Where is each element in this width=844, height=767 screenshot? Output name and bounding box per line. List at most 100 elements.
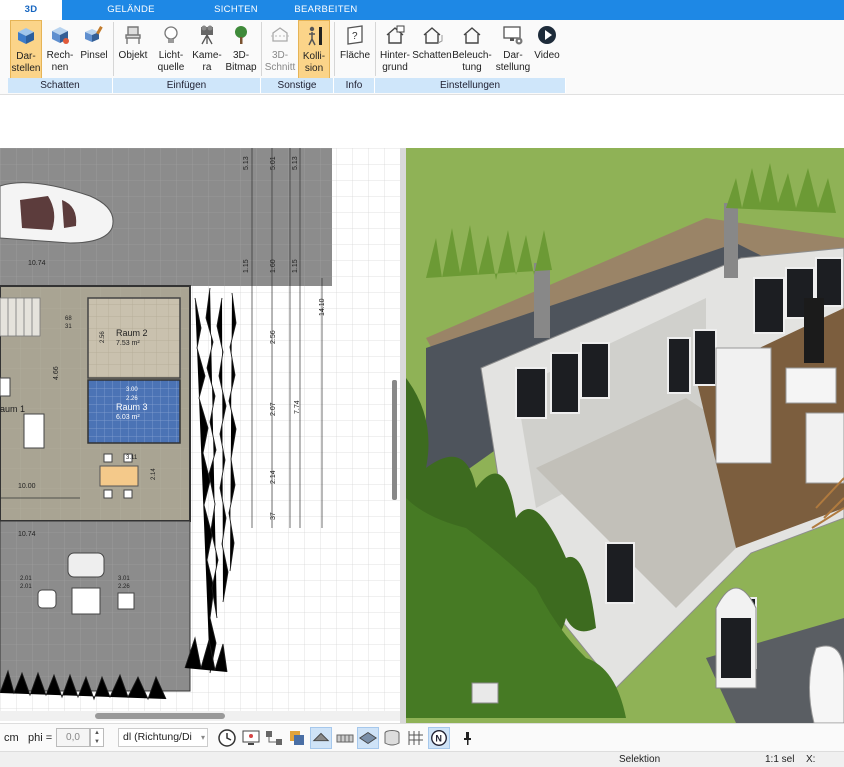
darstellung-button[interactable]: Dar- stellung: [494, 20, 532, 80]
floor-plane-icon[interactable]: [357, 727, 379, 749]
tab-3d[interactable]: 3D: [0, 0, 62, 20]
room-2-area: 7.53 m²: [116, 340, 140, 347]
dim-v-256: 2.56: [270, 330, 277, 344]
lichtquelle-button[interactable]: Licht- quelle: [154, 20, 188, 80]
kollision-label-1: Kolli-: [302, 51, 326, 62]
chevron-down-icon: ▾: [200, 733, 205, 742]
phi-input[interactable]: [56, 728, 90, 747]
dim-214: 2.14: [151, 468, 157, 480]
room-2-name: Raum 2: [116, 328, 148, 338]
bitmap-button[interactable]: 3D- Bitmap: [224, 20, 258, 80]
group-label-einstellungen: Einstellungen: [375, 78, 566, 93]
clock-icon[interactable]: [216, 727, 238, 749]
play-circle-icon: [538, 26, 556, 44]
dim-v-774: 7.74: [294, 400, 301, 414]
direction-select[interactable]: dl (Richtung/Di ▾: [118, 728, 208, 747]
ribbon: Dar- stellen Rech- nen Pinsel Objekt Lic…: [0, 20, 844, 95]
room-3-area: 6.03 m²: [116, 414, 140, 421]
bitmap-label-2: Bitmap: [225, 62, 257, 73]
beleuchtung-label-1: Beleuch-: [452, 50, 492, 61]
dim-v-207: 2.07: [270, 402, 277, 416]
group-separator: [113, 22, 114, 76]
ribbon-tab-bar: 3D GELÄNDE SICHTEN BEARBEITEN: [0, 0, 844, 20]
house-shadow-icon: [423, 27, 443, 44]
status-mode: Selektion: [619, 754, 661, 765]
tab-bearbeiten[interactable]: BEARBEITEN: [288, 0, 364, 20]
lightbulb-icon: [164, 26, 178, 43]
screen-person-icon[interactable]: [240, 727, 262, 749]
rechnen-label-2: nen: [51, 62, 69, 73]
rechnen-button[interactable]: Rech- nen: [44, 20, 76, 80]
kamera-button[interactable]: Kame- ra: [190, 20, 224, 80]
group-label-schatten: Schatten: [8, 78, 113, 93]
darstellen-label-1: Dar-: [16, 51, 36, 62]
dim-301: 3.01: [118, 576, 130, 582]
pin-icon[interactable]: [456, 727, 478, 749]
dim-466: 4.66: [53, 366, 60, 380]
chair-icon: [125, 26, 141, 44]
floor-plan-drawing: 10.74 Raum 2 7.53 m² 2.56 Raum 3 6.03 m²…: [0, 148, 400, 711]
dim-v-501: 5.01: [270, 156, 277, 170]
dim-1074-bottom: 10.74: [18, 531, 36, 538]
tab-sichten[interactable]: SICHTEN: [203, 0, 269, 20]
darstellung-label-2: stellung: [495, 62, 531, 73]
svg-text:?: ?: [352, 31, 358, 42]
monitor-gear-icon: [503, 26, 523, 45]
dim-v-115-b: 1.15: [292, 259, 299, 273]
video-button[interactable]: Video: [532, 20, 562, 80]
network-icon[interactable]: [263, 727, 285, 749]
grid-icon[interactable]: [405, 727, 427, 749]
kamera-label-2: ra: [202, 62, 212, 73]
section-icon: [271, 27, 289, 42]
schatten-label-1: Schatten: [412, 50, 452, 61]
schnitt-button[interactable]: 3D- Schnitt: [263, 20, 297, 80]
dim-v-160: 1.60: [270, 259, 277, 273]
dim-v-1410: 14.10: [319, 298, 326, 316]
3d-view[interactable]: [406, 148, 844, 723]
kollision-label-2: sion: [304, 63, 324, 74]
camera-tripod-icon: [201, 25, 213, 45]
group-separator: [375, 22, 376, 76]
floor-plan-view[interactable]: 10.74 Raum 2 7.53 m² 2.56 Raum 3 6.03 m²…: [0, 148, 400, 711]
dim-31: 31: [65, 324, 72, 330]
group-separator: [261, 22, 262, 76]
direction-select-value: dl (Richtung/Di: [123, 731, 192, 743]
plan-horizontal-scrollbar[interactable]: [95, 713, 225, 719]
darstellen-button[interactable]: Dar- stellen: [10, 20, 42, 80]
layers-stack-icon[interactable]: [286, 727, 308, 749]
room-1-name: aum 1: [0, 404, 25, 414]
status-bar: Selektion 1:1 sel X:: [0, 751, 844, 767]
flaeche-label-1: Fläche: [339, 50, 370, 61]
kollision-button[interactable]: Kolli- sion: [298, 20, 330, 80]
dim-201-a: 2.01: [20, 576, 32, 582]
plan-vertical-scrollbar[interactable]: [392, 380, 397, 500]
group-separator: [334, 22, 335, 76]
tree-icon: [235, 26, 247, 44]
cube-compute-icon: [52, 27, 69, 44]
unit-label: cm: [4, 732, 19, 744]
area-question-icon: ?: [347, 25, 363, 45]
room-3-name: Raum 3: [116, 402, 148, 412]
beleuchtung-button[interactable]: Beleuch- tung: [452, 20, 492, 80]
status-x-label: X:: [806, 754, 816, 765]
objekt-button[interactable]: Objekt: [116, 20, 150, 80]
house-background-icon: [386, 25, 405, 44]
dim-v-214: 2.14: [270, 470, 277, 484]
pinsel-button[interactable]: Pinsel: [78, 20, 110, 80]
roof-icon[interactable]: [310, 727, 332, 749]
schatten-button[interactable]: Schatten: [412, 20, 452, 80]
stairs-symbol: [0, 297, 41, 337]
north-icon[interactable]: N: [428, 727, 450, 749]
cylinder-stack-icon[interactable]: [381, 727, 403, 749]
tab-gelaende[interactable]: GELÄNDE: [96, 0, 166, 20]
bottom-toolbar: cm phi = ▲▼ dl (Richtung/Di ▾ N: [0, 723, 844, 751]
rechnen-label-1: Rech-: [46, 50, 74, 61]
wall-pattern-icon[interactable]: [334, 727, 356, 749]
video-label-1: Video: [534, 50, 560, 61]
lichtquelle-label-2: quelle: [157, 62, 185, 73]
dim-300: 3.00: [126, 387, 138, 393]
schnitt-label-2: Schnitt: [264, 62, 296, 73]
hintergrund-button[interactable]: Hinter- grund: [378, 20, 412, 80]
flaeche-button[interactable]: ? Fläche: [337, 20, 373, 80]
phi-spinner[interactable]: ▲ ▼: [90, 728, 104, 747]
